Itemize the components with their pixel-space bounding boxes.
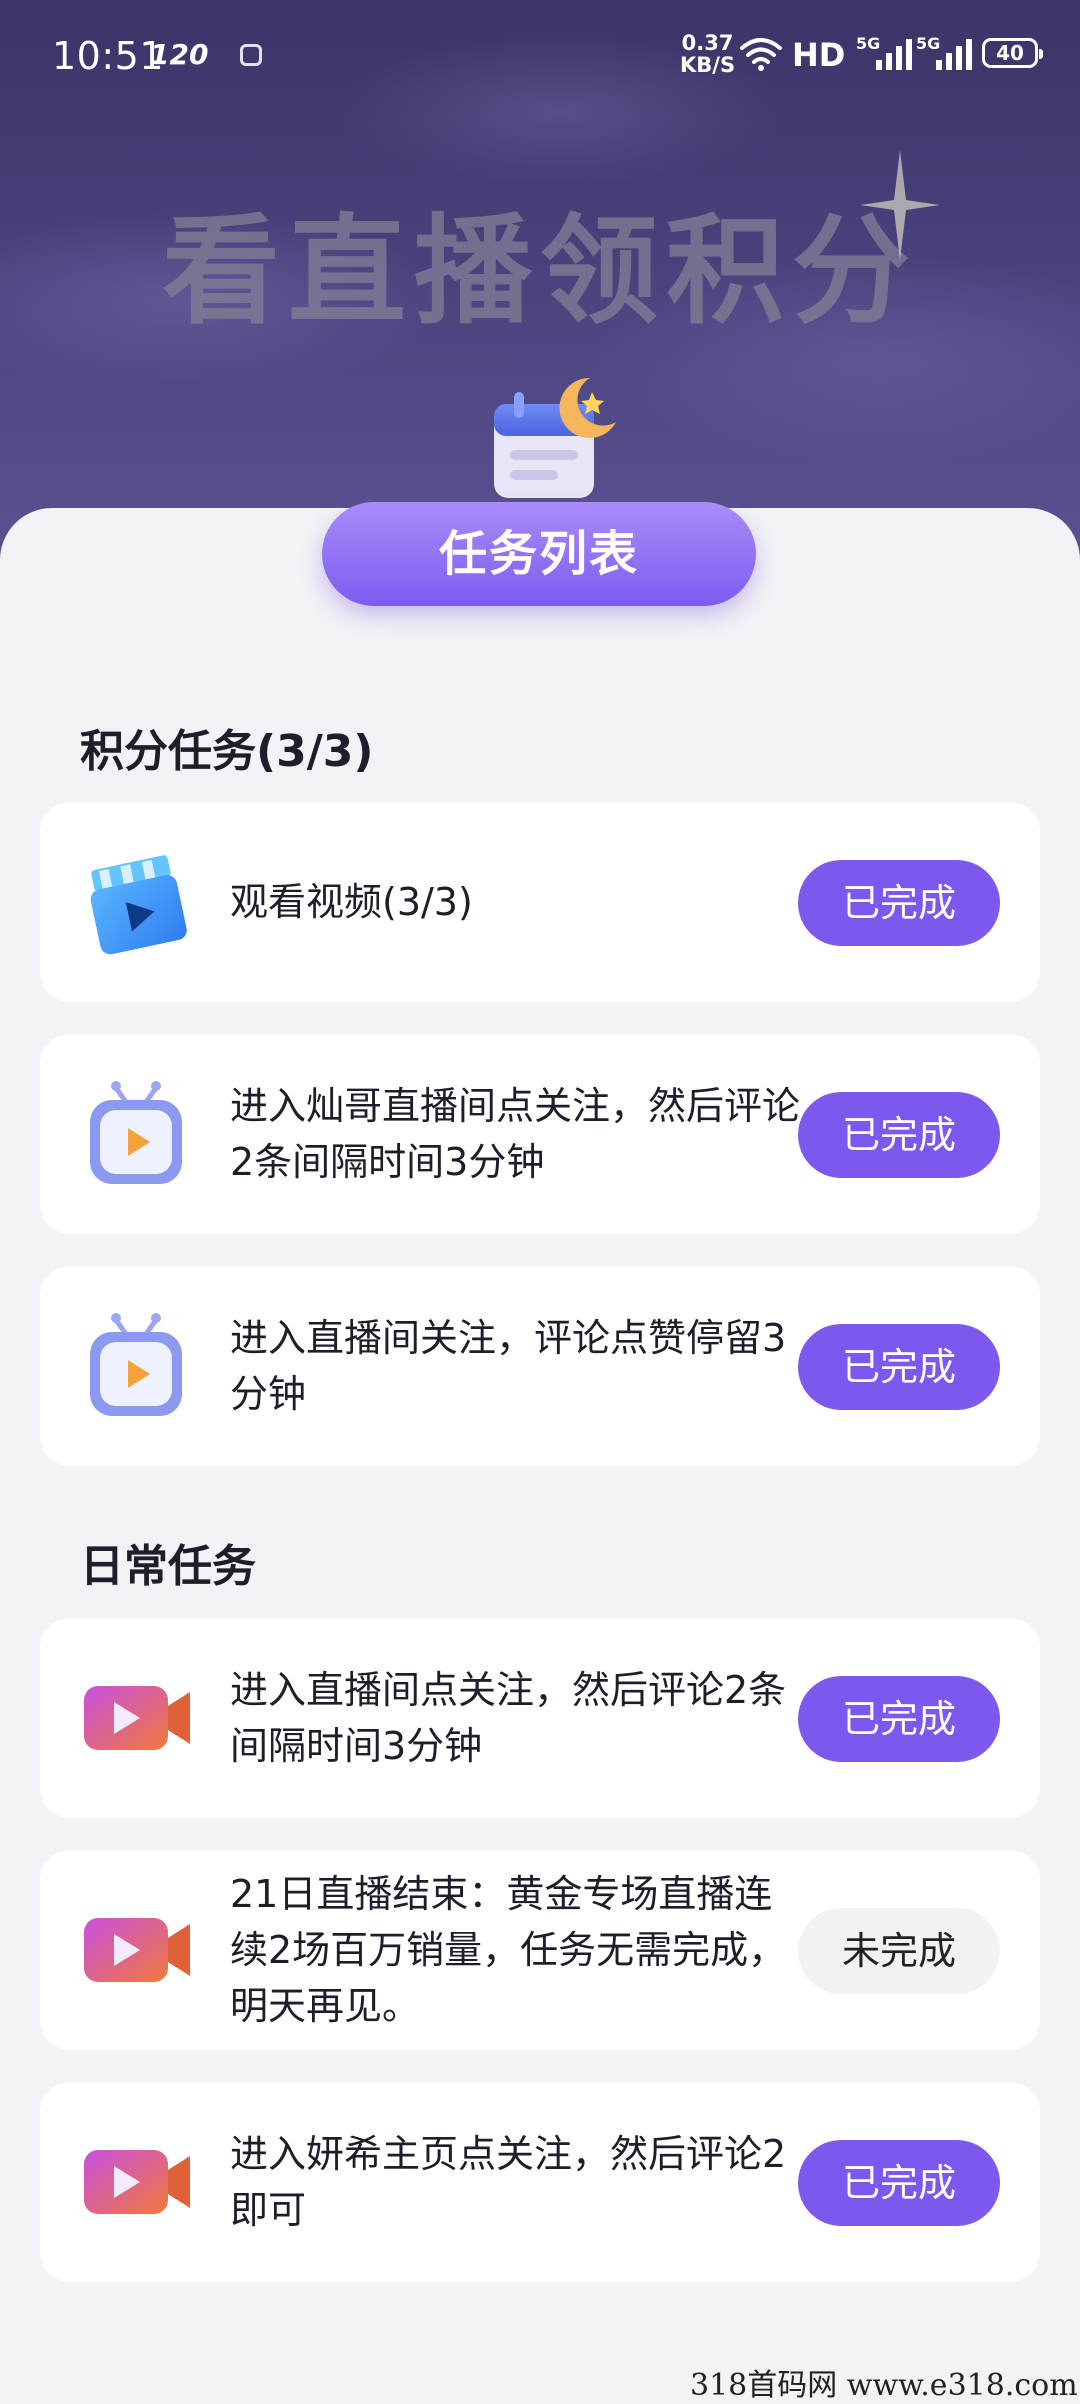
video-camera-icon bbox=[84, 1918, 190, 1982]
app-notification-icon bbox=[240, 44, 262, 66]
network-speed-value: 0.37 bbox=[681, 31, 734, 55]
section-title-daily-tasks: 日常任务 bbox=[80, 1541, 256, 1592]
video-clapper-icon bbox=[90, 855, 187, 955]
task-description: 进入灿哥直播间点关注，然后评论2条间隔时间3分钟 bbox=[230, 1084, 801, 1184]
hero-banner: 10:51 120 0.37 KB/S HD 5G 5G 40 看直播领积分 bbox=[0, 0, 1080, 560]
task-status-button[interactable]: 已完成 bbox=[798, 1324, 1000, 1410]
network-speed: 0.37 KB/S bbox=[680, 32, 735, 76]
signal-icon-2 bbox=[936, 39, 972, 70]
status-bar: 10:51 120 0.37 KB/S HD 5G 5G 40 bbox=[0, 0, 1080, 110]
task-description: 21日直播结束：黄金专场直播连续2场百万销量，任务无需完成，明天再见。 bbox=[230, 1872, 787, 2028]
task-status-button[interactable]: 已完成 bbox=[798, 1676, 1000, 1762]
signal-icon-1 bbox=[876, 39, 912, 70]
calendar-moon-icon bbox=[494, 377, 616, 498]
task-status-button[interactable]: 未完成 bbox=[798, 1908, 1000, 1994]
task-description: 进入直播间点关注，然后评论2条间隔时间3分钟 bbox=[230, 1668, 787, 1768]
task-status-button[interactable]: 已完成 bbox=[798, 860, 1000, 946]
task-status-button[interactable]: 已完成 bbox=[798, 2140, 1000, 2226]
task-card: 进入直播间点关注，然后评论2条间隔时间3分钟 已完成 bbox=[40, 1618, 1040, 1818]
task-card: 观看视频(3/3) 已完成 bbox=[40, 802, 1040, 1002]
hd-voice-label: HD bbox=[792, 36, 846, 74]
task-card: 进入灿哥直播间点关注，然后评论2条间隔时间3分钟 已完成 bbox=[40, 1034, 1040, 1234]
section-title-points-tasks: 积分任务(3/3) bbox=[80, 726, 374, 777]
watermark: 318首码网 www.e318.com bbox=[690, 2368, 1078, 2403]
video-camera-icon bbox=[84, 1686, 190, 1750]
status-time: 10:51 bbox=[52, 34, 165, 78]
sparkle-icon bbox=[860, 150, 940, 260]
task-description: 观看视频(3/3) bbox=[230, 880, 473, 924]
tv-play-icon bbox=[90, 1081, 182, 1184]
task-card: 进入妍希主页点关注，然后评论2即可 已完成 bbox=[40, 2082, 1040, 2282]
task-card: 进入直播间关注，评论点赞停留3分钟 已完成 bbox=[40, 1266, 1040, 1466]
network-speed-unit: KB/S bbox=[680, 53, 736, 77]
battery-icon: 40 bbox=[982, 38, 1043, 68]
task-description: 进入直播间关注，评论点赞停留3分钟 bbox=[230, 1316, 787, 1416]
task-card: 21日直播结束：黄金专场直播连续2场百万销量，任务无需完成，明天再见。 未完成 bbox=[40, 1850, 1040, 2050]
tab-task-list[interactable]: 任务列表 bbox=[322, 502, 756, 606]
tv-play-icon bbox=[90, 1313, 182, 1416]
wifi-icon bbox=[740, 38, 782, 71]
refresh-rate: 120 bbox=[150, 38, 209, 71]
task-status-button[interactable]: 已完成 bbox=[798, 1092, 1000, 1178]
video-camera-icon bbox=[84, 2150, 190, 2214]
task-description: 进入妍希主页点关注，然后评论2即可 bbox=[230, 2132, 787, 2232]
